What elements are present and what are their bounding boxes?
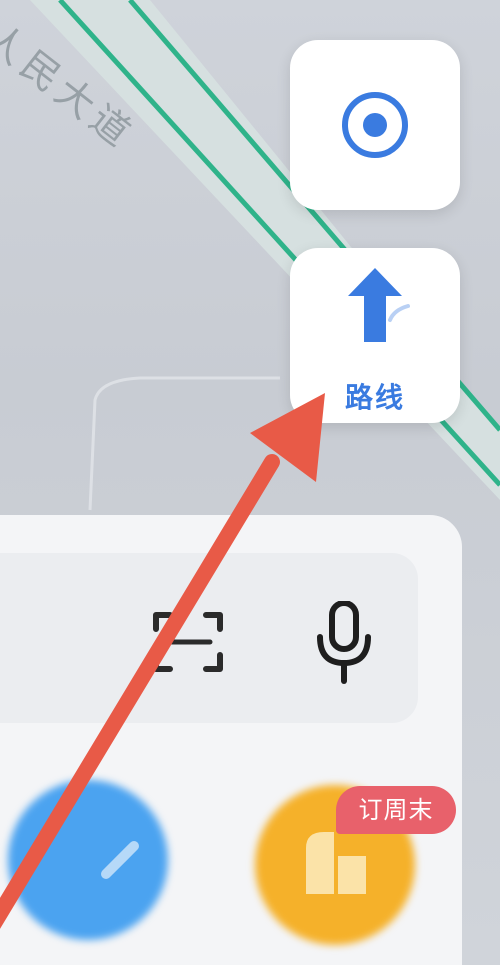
shortcut-blue-circle[interactable] — [8, 780, 168, 940]
shortcut-blue-icon — [100, 840, 140, 884]
route-label: 路线 — [344, 381, 405, 414]
route-arrow-icon — [342, 266, 412, 350]
building-icon — [298, 826, 374, 902]
search-bar[interactable] — [0, 553, 418, 723]
weekend-booking-badge: 订周末 — [336, 786, 456, 834]
locate-icon — [338, 88, 412, 166]
microphone-icon[interactable] — [312, 600, 376, 689]
scan-icon[interactable] — [152, 609, 224, 679]
route-button[interactable]: 路线 — [290, 248, 460, 423]
locate-button[interactable] — [290, 40, 460, 210]
